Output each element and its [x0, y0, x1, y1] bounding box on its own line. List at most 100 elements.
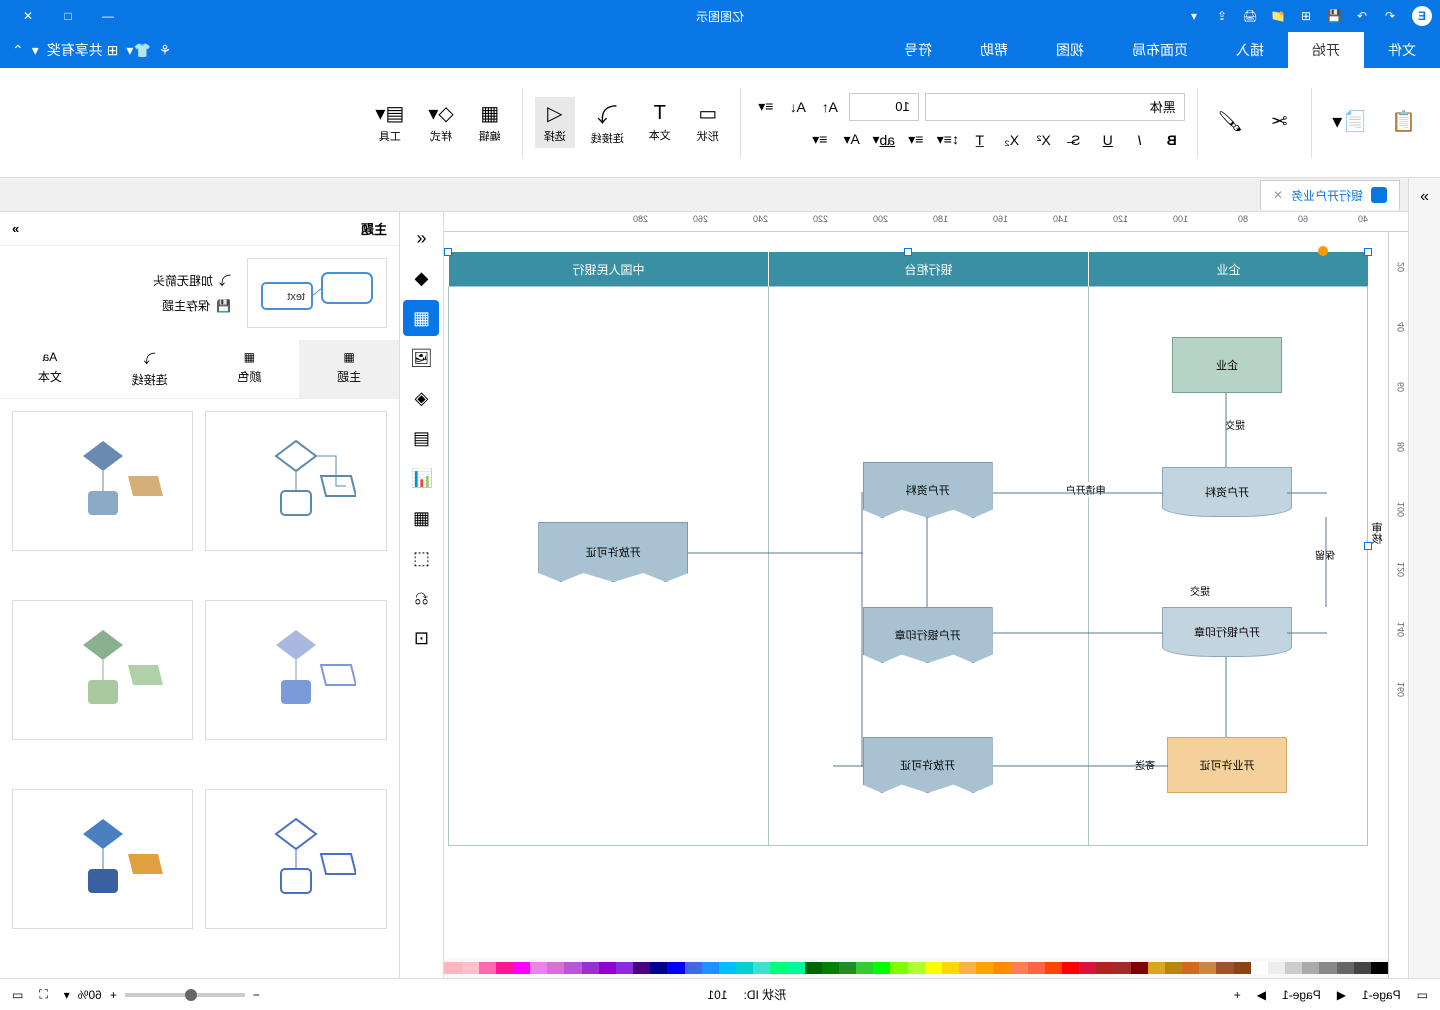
lane-header-1[interactable]: 企业	[1088, 252, 1368, 286]
menu-help[interactable]: 帮助	[956, 32, 1032, 68]
color-swatch[interactable]	[1302, 962, 1319, 974]
format-painter-button[interactable]: 🖌	[1210, 105, 1251, 140]
text-direction-icon[interactable]: ab▾	[871, 127, 897, 153]
shape-open-material-1[interactable]: 开户资料	[1162, 467, 1292, 517]
print-icon[interactable]: 🖨	[1238, 4, 1262, 28]
theme-card[interactable]	[206, 411, 388, 551]
lane-header-2[interactable]: 银行柜台	[768, 252, 1088, 286]
color-swatch[interactable]	[667, 962, 684, 974]
selection-handle[interactable]	[1364, 248, 1372, 256]
theme-tab-theme[interactable]: ▦主题	[299, 340, 399, 398]
selection-handle[interactable]	[904, 248, 912, 256]
page-indicator-2[interactable]: Page-1	[1282, 988, 1321, 1002]
dropdown-icon[interactable]: ▾	[1182, 4, 1206, 28]
color-swatch[interactable]	[1268, 962, 1285, 974]
decrease-font-icon[interactable]: A↓	[785, 94, 811, 120]
color-swatch[interactable]	[770, 962, 787, 974]
clipboard-button[interactable]: 📄▾	[1324, 105, 1375, 140]
ts-embed-icon[interactable]: ⬚	[404, 540, 440, 576]
swimlane-diagram[interactable]: 审核 企业 银行柜台 中国人民银行 企业 开户资料 开户银行印章	[448, 252, 1368, 952]
color-swatch[interactable]	[565, 962, 582, 974]
color-swatch[interactable]	[702, 962, 719, 974]
fit-page-icon[interactable]: ⛶	[39, 987, 47, 1002]
shape-bank-seal-1[interactable]: 开户银行印章	[1162, 607, 1292, 657]
color-swatch[interactable]	[1251, 962, 1268, 974]
shape-license-copy[interactable]: 开放许可证	[863, 737, 993, 793]
menu-symbol[interactable]: 符号	[880, 32, 956, 68]
ts-fill-icon[interactable]: ◆	[404, 260, 440, 296]
color-swatch[interactable]	[753, 962, 770, 974]
shape-button[interactable]: ▭形状	[688, 97, 728, 148]
theme-tab-text[interactable]: Aa文本	[0, 340, 100, 398]
color-swatch[interactable]	[1131, 962, 1148, 974]
theme-action-save[interactable]: 💾保存主题	[153, 297, 231, 314]
theme-card[interactable]	[206, 600, 388, 740]
color-swatch[interactable]	[1182, 962, 1199, 974]
ts-branch-icon[interactable]: ⎌	[404, 580, 440, 616]
color-swatch[interactable]	[1165, 962, 1182, 974]
zoom-dropdown-icon[interactable]: ▾	[64, 988, 70, 1002]
color-swatch[interactable]	[1216, 962, 1233, 974]
shape-enterprise[interactable]: 企业	[1172, 337, 1282, 393]
export-icon[interactable]: ⇪	[1210, 4, 1234, 28]
color-swatch[interactable]	[908, 962, 925, 974]
select-button[interactable]: ◁选择	[535, 97, 575, 148]
style-button[interactable]: ◇▾样式	[420, 97, 461, 148]
increase-font-icon[interactable]: A↑	[817, 94, 843, 120]
color-swatch[interactable]	[1337, 962, 1354, 974]
ts-focus-icon[interactable]: ⊡	[404, 620, 440, 656]
shirt-icon[interactable]: 👕▾	[126, 42, 150, 59]
color-swatch[interactable]	[1011, 962, 1028, 974]
gift-icon[interactable]: ▾	[32, 42, 39, 59]
ts-layers-icon[interactable]: ◈	[404, 380, 440, 416]
connector-button[interactable]: ⤵连接线	[583, 95, 632, 150]
color-swatch[interactable]	[856, 962, 873, 974]
color-swatch[interactable]	[925, 962, 942, 974]
prev-page-icon[interactable]: ◀	[1337, 988, 1346, 1002]
color-swatch[interactable]	[1062, 962, 1079, 974]
color-swatch[interactable]	[599, 962, 616, 974]
color-swatch[interactable]	[839, 962, 856, 974]
ts-image-icon[interactable]: 🖼	[404, 340, 440, 376]
paste-button[interactable]: 📋	[1383, 105, 1424, 140]
zoom-out-icon[interactable]: −	[253, 988, 260, 1002]
save-icon[interactable]: 💾	[1322, 4, 1346, 28]
zoom-in-icon[interactable]: +	[110, 988, 117, 1002]
close-tab-icon[interactable]: ✕	[1273, 188, 1283, 202]
ts-chart-icon[interactable]: 📊	[404, 460, 440, 496]
color-swatch[interactable]	[633, 962, 650, 974]
theme-tab-connector[interactable]: ⤵连接线	[100, 340, 200, 398]
color-swatch[interactable]	[976, 962, 993, 974]
theme-card[interactable]	[206, 789, 388, 929]
color-swatch[interactable]	[650, 962, 667, 974]
new-icon[interactable]: ⊞	[1294, 4, 1318, 28]
shape-bank-seal-2[interactable]: 开户银行印章	[863, 607, 993, 663]
bold-button[interactable]: B	[1159, 127, 1185, 153]
theme-panel-collapse-icon[interactable]: »	[12, 221, 19, 236]
color-swatch[interactable]	[462, 962, 479, 974]
color-swatch[interactable]	[1285, 962, 1302, 974]
color-swatch[interactable]	[1354, 962, 1371, 974]
color-swatch[interactable]	[1045, 962, 1062, 974]
font-name-input[interactable]	[925, 93, 1185, 121]
subscript-icon[interactable]: X₂	[999, 127, 1025, 153]
color-swatch[interactable]	[1079, 962, 1096, 974]
color-swatch[interactable]	[736, 962, 753, 974]
share-icon[interactable]: ⚘	[159, 42, 172, 59]
align-icon[interactable]: ≡▾	[807, 127, 833, 153]
color-swatch[interactable]	[719, 962, 736, 974]
zoom-value[interactable]: 60%	[78, 988, 102, 1002]
undo-icon[interactable]: ↶	[1378, 4, 1402, 28]
color-swatch[interactable]	[822, 962, 839, 974]
font-size-input[interactable]	[849, 93, 919, 121]
view-mode-icon[interactable]: ▭	[1417, 988, 1428, 1002]
canvas[interactable]: 审核 企业 银行柜台 中国人民银行 企业 开户资料 开户银行印章	[444, 232, 1388, 958]
color-swatch[interactable]	[1096, 962, 1113, 974]
collapse-ribbon-icon[interactable]: ⌃	[12, 42, 24, 59]
document-tab[interactable]: 银行开户业务 ✕	[1260, 180, 1400, 210]
color-swatch[interactable]	[444, 962, 461, 974]
color-swatch[interactable]	[479, 962, 496, 974]
font-color-icon[interactable]: A▾	[839, 127, 865, 153]
color-swatch[interactable]	[1148, 962, 1165, 974]
color-swatch[interactable]	[1234, 962, 1251, 974]
